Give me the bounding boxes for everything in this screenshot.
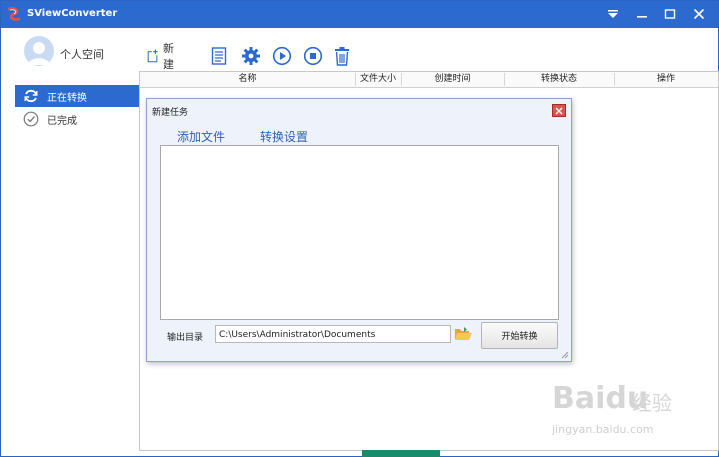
maximize-icon [664, 9, 676, 19]
column-actions[interactable]: 操作 [614, 73, 718, 86]
column-created[interactable]: 创建时间 [401, 73, 505, 86]
minimize-icon [637, 16, 647, 18]
sidebar-item-label: 已完成 [47, 115, 77, 127]
play-icon [272, 46, 292, 66]
dropdown-icon [608, 10, 618, 18]
list-button[interactable] [211, 44, 227, 68]
close-button[interactable] [686, 4, 712, 24]
taskbar-strip [362, 450, 440, 457]
settings-button[interactable] [241, 44, 261, 68]
table-header: 名称 文件大小 创建时间 转换状态 操作 [140, 72, 718, 88]
column-name[interactable]: 名称 [140, 73, 356, 86]
app-window: SViewConverter 个人空间 新建 正在转换 已完成 名称 文件大小 … [0, 0, 719, 457]
user-space-label: 个人空间 [60, 48, 104, 61]
new-task-label: 新建 [163, 42, 175, 71]
watermark: Baidu 经验 jingyan.baidu.com [552, 381, 712, 443]
stop-button[interactable] [303, 44, 323, 68]
resize-grip-icon[interactable] [561, 351, 569, 359]
user-space[interactable]: 个人空间 [24, 36, 134, 68]
maximize-button[interactable] [657, 4, 683, 24]
dialog-title: 新建任务 [152, 108, 189, 118]
avatar-icon [24, 36, 54, 66]
delete-icon [335, 47, 349, 66]
column-status[interactable]: 转换状态 [504, 73, 615, 86]
new-task-dialog: 新建任务 添加文件 转换设置 输出目录 C:\Users\Administrat… [146, 98, 572, 362]
output-dir-input[interactable]: C:\Users\Administrator\Documents [215, 325, 451, 343]
dialog-close-button[interactable] [552, 104, 566, 117]
app-title: SViewConverter [27, 8, 118, 19]
app-logo-icon [6, 6, 22, 22]
check-circle-icon [23, 111, 39, 127]
sync-icon [23, 88, 39, 104]
start-convert-button[interactable]: 开始转换 [481, 322, 558, 349]
file-list[interactable] [160, 145, 559, 320]
folder-open-icon [455, 327, 472, 340]
delete-button[interactable] [333, 44, 351, 68]
tab-add-file[interactable]: 添加文件 [177, 128, 225, 145]
new-task-icon [147, 49, 158, 63]
watermark-url: jingyan.baidu.com [552, 423, 654, 436]
sidebar-item-converting[interactable]: 正在转换 [15, 85, 141, 107]
watermark-cn: 经验 [632, 391, 672, 415]
stop-icon [303, 46, 323, 66]
output-dir-label: 输出目录 [167, 333, 204, 343]
close-icon [555, 107, 563, 114]
title-bar[interactable]: SViewConverter [1, 1, 718, 28]
sidebar-item-label: 正在转换 [47, 92, 87, 104]
sidebar-item-completed[interactable]: 已完成 [15, 108, 141, 130]
document-list-icon [211, 47, 227, 65]
browse-folder-button[interactable] [454, 326, 472, 342]
new-task-button[interactable]: 新建 [146, 42, 179, 71]
start-button[interactable] [272, 44, 292, 68]
dropdown-button[interactable] [600, 4, 626, 24]
column-size[interactable]: 文件大小 [355, 73, 402, 86]
close-icon [693, 8, 705, 20]
minimize-button[interactable] [629, 4, 655, 24]
gear-icon [242, 47, 260, 65]
tab-convert-settings[interactable]: 转换设置 [260, 128, 308, 145]
